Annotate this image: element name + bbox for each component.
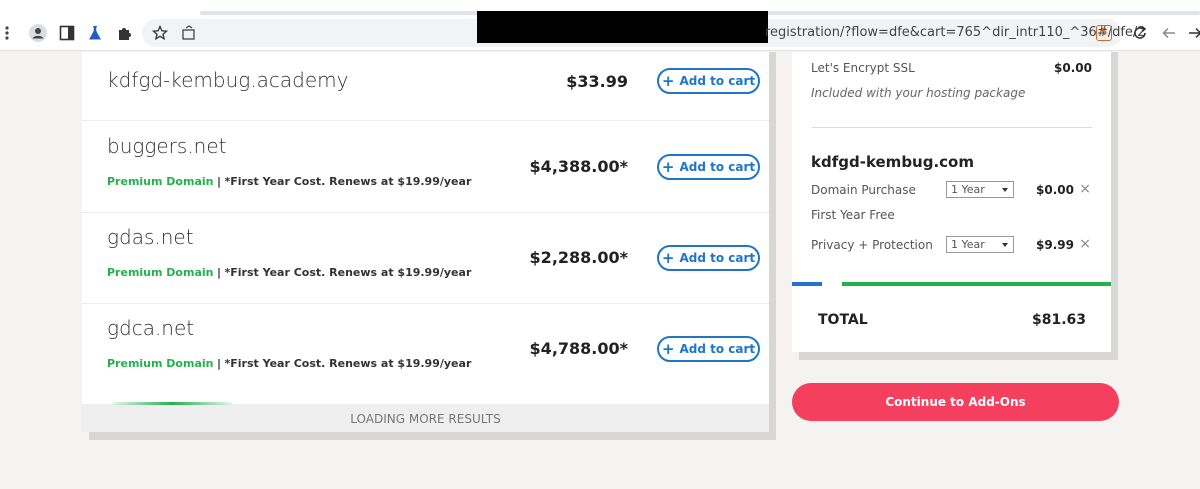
result-price: $2,288.00* xyxy=(529,248,628,267)
ssl-amount: $0.00 xyxy=(1054,61,1092,75)
premium-domain-tag: Premium Domain xyxy=(107,266,214,279)
menu-dots-icon[interactable] xyxy=(0,22,18,44)
profile-icon[interactable] xyxy=(27,22,49,44)
premium-info: Premium Domain | *First Year Cost. Renew… xyxy=(107,175,471,188)
loading-more-results: LOADING MORE RESULTS xyxy=(82,402,769,432)
cart-divider xyxy=(812,127,1092,128)
cart-summary: Let's Encrypt SSL $0.00 Included with yo… xyxy=(792,52,1111,352)
sidebar-icon[interactable] xyxy=(56,22,78,44)
first-year-free-note: First Year Free xyxy=(811,208,895,222)
remove-privacy-icon[interactable]: × xyxy=(1079,236,1091,252)
chevron-down-icon xyxy=(1002,188,1008,192)
cart-domain-heading: kdfgd-kembug.com xyxy=(811,153,974,171)
add-to-cart-button[interactable]: + Add to cart xyxy=(657,245,760,271)
result-price: $4,388.00* xyxy=(529,157,628,176)
loading-progress-bar xyxy=(112,402,232,405)
premium-domain-tag: Premium Domain xyxy=(107,175,214,188)
chevron-down-icon xyxy=(1002,243,1008,247)
domain-purchase-amount: $0.00 xyxy=(1036,183,1074,197)
result-domain-name: kdfgd-kembug.academy xyxy=(107,68,349,92)
plus-icon: + xyxy=(661,339,675,358)
privacy-amount: $9.99 xyxy=(1036,238,1074,252)
result-price: $4,788.00* xyxy=(529,339,628,358)
cart-progress-blue xyxy=(792,282,822,286)
domain-results-list: kdfgd-kembug.academy $33.99 + Add to car… xyxy=(82,52,769,432)
premium-renewal-note: *First Year Cost. Renews at $19.99/year xyxy=(224,266,472,279)
premium-domain-tag: Premium Domain xyxy=(107,357,214,370)
domain-term-value: 1 Year xyxy=(951,183,985,196)
domain-purchase-label: Domain Purchase xyxy=(811,183,916,197)
result-domain-name: gdca.net xyxy=(107,316,195,340)
result-row: kdfgd-kembug.academy $33.99 + Add to car… xyxy=(82,30,769,121)
plus-icon: + xyxy=(661,248,675,267)
add-to-cart-label: Add to cart xyxy=(679,74,756,88)
add-to-cart-button[interactable]: + Add to cart xyxy=(657,68,760,94)
premium-renewal-note: *First Year Cost. Renews at $19.99/year xyxy=(224,357,472,370)
result-domain-name: gdas.net xyxy=(107,225,194,249)
premium-separator: | xyxy=(216,175,222,188)
url-text[interactable]: registration/?flow=dfe&cart=765^dir_intr… xyxy=(765,25,1146,40)
premium-renewal-note: *First Year Cost. Renews at $19.99/year xyxy=(224,175,472,188)
plus-icon: + xyxy=(661,157,675,176)
add-to-cart-button[interactable]: + Add to cart xyxy=(657,154,760,180)
back-icon[interactable] xyxy=(1158,22,1180,44)
add-to-cart-label: Add to cart xyxy=(679,160,756,174)
premium-info: Premium Domain | *First Year Cost. Renew… xyxy=(107,266,471,279)
ssl-note: Included with your hosting package xyxy=(811,86,1026,100)
result-row: gdas.net Premium Domain | *First Year Co… xyxy=(82,213,769,304)
forward-icon[interactable] xyxy=(1184,22,1200,44)
premium-separator: | xyxy=(216,266,222,279)
privacy-label: Privacy + Protection xyxy=(811,238,933,252)
add-to-cart-label: Add to cart xyxy=(679,251,756,265)
continue-to-addons-button[interactable]: Continue to Add-Ons xyxy=(792,383,1119,421)
total-amount: $81.63 xyxy=(1031,312,1086,328)
cart-progress-green xyxy=(842,282,1111,286)
reload-icon[interactable] xyxy=(1129,22,1151,44)
result-price: $33.99 xyxy=(566,72,628,91)
privacy-term-select[interactable]: 1 Year xyxy=(946,236,1014,253)
total-label: TOTAL xyxy=(818,312,868,328)
site-badge-icon[interactable]: 5 xyxy=(1096,25,1112,41)
add-to-cart-label: Add to cart xyxy=(679,342,756,356)
remove-domain-icon[interactable]: × xyxy=(1079,181,1091,197)
domain-term-select[interactable]: 1 Year xyxy=(946,181,1014,198)
result-row: gdca.net Premium Domain | *First Year Co… xyxy=(82,304,769,395)
add-to-cart-button[interactable]: + Add to cart xyxy=(657,336,760,362)
loading-label: LOADING MORE RESULTS xyxy=(350,412,501,426)
privacy-term-value: 1 Year xyxy=(951,238,985,251)
premium-separator: | xyxy=(216,357,222,370)
ssl-label: Let's Encrypt SSL xyxy=(811,61,915,75)
result-domain-name: buggers.net xyxy=(107,134,227,158)
result-row: buggers.net Premium Domain | *First Year… xyxy=(82,122,769,213)
plus-icon: + xyxy=(661,71,675,90)
premium-info: Premium Domain | *First Year Cost. Renew… xyxy=(107,357,471,370)
